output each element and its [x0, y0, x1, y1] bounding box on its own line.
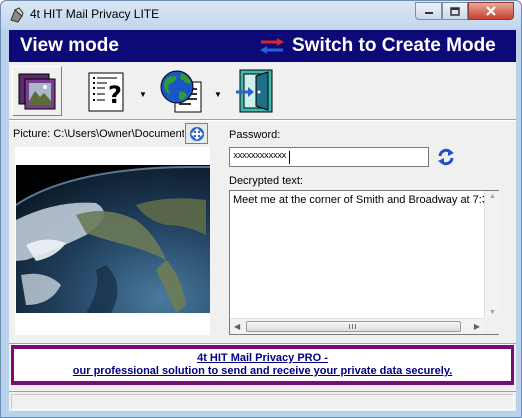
exit-door-icon — [236, 69, 273, 113]
title-bar[interactable]: 4t HIT Mail Privacy LITE — [1, 1, 521, 29]
text-caret — [289, 151, 290, 164]
promo-link-description[interactable]: our professional solution to send and re… — [14, 365, 511, 378]
help-dropdown-arrow[interactable]: ▼ — [138, 89, 148, 99]
exit-button[interactable] — [231, 66, 281, 116]
horizontal-scrollbar[interactable]: ◀ ▶ — [230, 318, 484, 334]
open-picture-button[interactable] — [12, 66, 62, 116]
vertical-scrollbar[interactable]: ▲ ▼ — [484, 191, 499, 318]
client-area: View mode Switch to Create Mode ? ▼ ▼ Pi… — [9, 30, 516, 411]
help-button[interactable]: ? — [83, 66, 133, 116]
promo-box: 4t HIT Mail Privacy PRO - our profession… — [14, 349, 511, 381]
password-value: xxxxxxxxxxxx — [233, 151, 287, 161]
maximize-button[interactable] — [442, 2, 468, 20]
picture-panel: Picture: C:\Users\Owner\Documents\ — [12, 123, 217, 336]
help-document-icon: ? — [88, 72, 124, 112]
picture-fit-button[interactable] — [185, 123, 208, 144]
grip-icon — [349, 324, 356, 329]
maximize-icon — [450, 6, 460, 16]
promo-banner: 4t HIT Mail Privacy PRO - our profession… — [11, 345, 514, 385]
minimize-icon — [424, 12, 433, 14]
scroll-right-icon[interactable]: ▶ — [474, 322, 480, 331]
minimize-button[interactable] — [415, 2, 442, 20]
toolbar-separator — [9, 119, 516, 121]
picture-preview[interactable] — [15, 147, 210, 335]
mode-banner: View mode Switch to Create Mode — [9, 30, 516, 62]
scroll-left-icon[interactable]: ◀ — [234, 322, 240, 331]
swap-arrows-icon[interactable] — [257, 36, 287, 56]
scrollbar-corner — [484, 318, 499, 334]
picture-frame-icon — [18, 73, 56, 110]
decrypted-text-area[interactable]: Meet me at the corner of Smith and Broad… — [229, 190, 499, 335]
scroll-down-icon[interactable]: ▼ — [489, 309, 496, 316]
switch-to-create-mode-link[interactable]: Switch to Create Mode — [292, 35, 496, 57]
picture-path-label: Picture: C:\Users\Owner\Documents\ — [13, 128, 184, 140]
view-mode-label: View mode — [20, 35, 119, 56]
move-arrows-icon — [189, 126, 204, 141]
password-label: Password: — [229, 129, 281, 141]
horizontal-scroll-thumb[interactable] — [246, 321, 461, 332]
close-icon — [486, 6, 496, 16]
status-pane — [11, 394, 514, 410]
password-field[interactable]: xxxxxxxxxxxx — [229, 147, 429, 167]
toolbar: ? ▼ ▼ — [9, 63, 516, 121]
app-icon[interactable] — [9, 7, 25, 23]
web-dropdown-arrow[interactable]: ▼ — [213, 89, 223, 99]
scroll-up-icon[interactable]: ▲ — [489, 193, 496, 200]
promo-link-title[interactable]: 4t HIT Mail Privacy PRO - — [14, 352, 511, 365]
app-window: 4t HIT Mail Privacy LITE View mode Switc… — [0, 0, 522, 418]
refresh-icon — [438, 148, 454, 166]
earth-from-space-image — [16, 165, 210, 313]
password-panel: Password: xxxxxxxxxxxx Decrypted text: M… — [222, 123, 512, 343]
decrypt-refresh-button[interactable] — [435, 146, 457, 168]
close-button[interactable] — [468, 2, 514, 20]
decrypted-text-label: Decrypted text: — [229, 175, 303, 187]
window-title: 4t HIT Mail Privacy LITE — [30, 7, 160, 21]
globe-document-icon — [160, 70, 202, 113]
web-button[interactable] — [156, 66, 206, 116]
svg-text:?: ? — [108, 81, 122, 109]
status-bar — [9, 391, 516, 411]
decrypted-text-content: Meet me at the corner of Smith and Broad… — [233, 194, 488, 206]
